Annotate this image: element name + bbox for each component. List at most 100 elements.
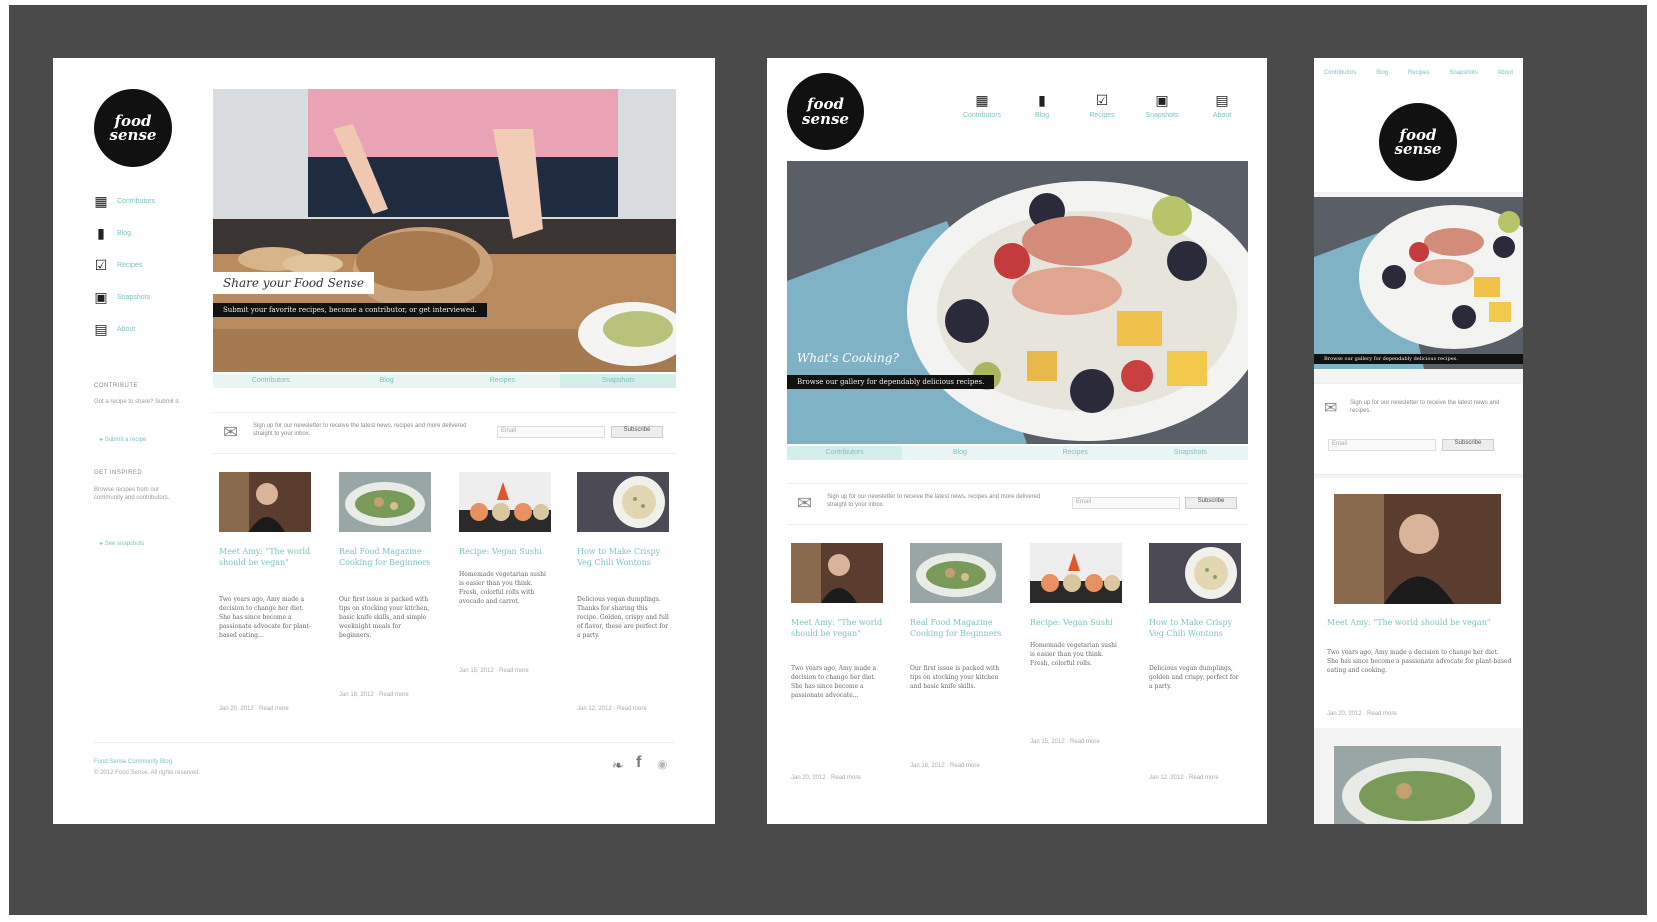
post-thumbnail[interactable] [1030, 543, 1122, 603]
post-title[interactable]: Meet Amy: "The world should be vegan" [791, 618, 887, 640]
post-meta[interactable]: Jan 15, 2012 · Read more [459, 668, 529, 674]
newsletter-email-input[interactable]: Email [1072, 497, 1180, 509]
camera-icon: ▣ [1155, 91, 1169, 108]
brand-logo[interactable]: food sense [94, 89, 172, 167]
post-thumbnail[interactable] [219, 472, 311, 532]
top-nav: ▦ Contributors ▮ Blog ☑ Recipes ▣ Snapshots … [952, 91, 1252, 120]
sidebar-heading: GET INSPIRED [94, 470, 143, 476]
post-thumbnail[interactable] [1334, 746, 1501, 824]
top-nav-label: Contributors [962, 112, 1002, 119]
side-nav-label: Blog [117, 229, 132, 237]
tab-contributors[interactable]: Contributors [213, 374, 329, 388]
subscribe-button[interactable]: Subscribe [611, 426, 663, 438]
post-card[interactable]: Real Food Magazine Cooking for Beginners… [910, 543, 1010, 793]
tab-recipes[interactable]: Recipes [1018, 446, 1133, 460]
twitter-icon[interactable]: ❧ [612, 757, 624, 774]
post-thumbnail[interactable] [910, 543, 1002, 603]
post-card[interactable]: Meet Amy: "The world should be vegan" Tw… [791, 543, 891, 793]
side-nav-item-snapshots[interactable]: ▣ Snapshots [93, 289, 150, 305]
side-nav-label: Contributors [117, 197, 156, 205]
checklist-icon: ☑ [1095, 91, 1109, 108]
post-meta[interactable]: Jan 18, 2012 · Read more [339, 692, 409, 698]
post-title[interactable]: Real Food Magazine Cooking for Beginners [339, 547, 435, 569]
post-card[interactable]: Meet Amy: "The world should be vegan" Tw… [1314, 478, 1523, 728]
post-thumbnail[interactable] [339, 472, 431, 532]
post-card[interactable]: How to Make Crispy Veg Chili Wontons Del… [577, 472, 677, 722]
top-nav-item-contributors[interactable]: ▦ Contributors [952, 92, 1012, 120]
tablet-mockup: food sense ▦ Contributors ▮ Blog ☑ Recipes … [767, 58, 1267, 824]
post-meta[interactable]: Jan 20, 2012 · Read more [791, 775, 861, 781]
post-title[interactable]: How to Make Crispy Veg Chili Wontons [577, 547, 673, 569]
subscribe-button[interactable]: Subscribe [1442, 439, 1494, 451]
post-title[interactable]: Recipe: Vegan Sushi [1030, 618, 1126, 629]
post-title[interactable]: Meet Amy: "The world should be vegan" [219, 547, 315, 569]
newsletter-text: Sign up for our newsletter to receive th… [827, 494, 1041, 508]
tab-contributors[interactable]: Contributors [787, 446, 903, 460]
newsletter-text: Sign up for our newsletter to receive th… [1350, 400, 1500, 414]
post-thumbnail[interactable] [1149, 543, 1241, 603]
post-card[interactable]: How to Make Crispy Veg Chili Wontons Del… [1149, 543, 1249, 793]
top-nav-item-blog[interactable]: ▮ Blog [1012, 92, 1072, 120]
sidebar-link[interactable]: ▸ Submit a recipe [100, 436, 146, 443]
post-excerpt: Delicious vegan dumplings, golden and cr… [1149, 665, 1239, 690]
rss-icon[interactable]: ◉ [657, 757, 667, 771]
tab-recipes[interactable]: Recipes [445, 374, 561, 388]
post-meta[interactable]: Jan 20, 2012 · Read more [1327, 711, 1397, 717]
post-card[interactable]: Recipe: Vegan Sushi Homemade vegetarian … [1030, 543, 1130, 793]
post-meta[interactable]: Jan 18, 2012 · Read more [910, 763, 980, 769]
top-nav-label: Recipes [1089, 112, 1115, 119]
post-card[interactable]: Meet Amy: "The world should be vegan" Tw… [219, 472, 319, 722]
post-thumbnail[interactable] [791, 543, 883, 603]
post-meta[interactable]: Jan 12, 2012 · Read more [577, 706, 647, 712]
hero-image: Share your Food Sense Submit your favori… [213, 89, 676, 372]
newsletter-email-input[interactable]: Email [497, 426, 605, 438]
footer-line[interactable]: Food Sense Community Blog [94, 759, 172, 765]
desktop-mockup: food sense ▦ Contributors ▮ Blog ☑ Recip… [53, 58, 715, 824]
mobile-nav-item[interactable]: Blog [1376, 70, 1388, 76]
logo-text: food sense [1394, 125, 1442, 158]
sidebar-link[interactable]: ▸ See snapshots [100, 540, 144, 547]
hero-subtitle: Submit your favorite recipes, become a c… [213, 303, 487, 317]
tab-blog[interactable]: Blog [329, 374, 445, 388]
newsletter-box: ✉ Sign up for our newsletter to receive … [1314, 383, 1523, 475]
newsletter-email-input[interactable]: Email [1328, 439, 1436, 451]
post-card[interactable]: Real Food Magazine Cooking for Beginners… [339, 472, 439, 722]
mobile-nav-item[interactable]: Contributors [1324, 70, 1357, 76]
newsletter-text: Sign up for our newsletter to receive th… [253, 423, 467, 437]
book-icon: ▮ [97, 224, 105, 241]
facebook-icon[interactable]: f [636, 754, 641, 772]
mobile-nav-links: Contributors Blog Recipes Snapshots Abou… [1314, 58, 1523, 76]
post-thumbnail[interactable] [577, 472, 669, 532]
side-nav-label: Recipes [117, 261, 143, 269]
post-thumbnail[interactable] [459, 472, 551, 532]
post-meta[interactable]: Jan 20, 2012 · Read more [219, 706, 289, 712]
brand-logo[interactable]: food sense [787, 73, 864, 150]
post-excerpt: Homemade vegetarian sushi is easier than… [1030, 642, 1117, 667]
post-meta[interactable]: Jan 12, 2012 · Read more [1149, 775, 1219, 781]
top-nav-item-about[interactable]: ▤ About [1192, 92, 1252, 120]
post-title[interactable]: Meet Amy: "The world should be vegan" [1327, 618, 1517, 629]
post-thumbnail[interactable] [1334, 494, 1501, 604]
top-nav-item-recipes[interactable]: ☑ Recipes [1072, 91, 1132, 120]
post-title[interactable]: Real Food Magazine Cooking for Beginners [910, 618, 1006, 640]
tab-snapshots[interactable]: Snapshots [1133, 446, 1248, 460]
post-card[interactable]: Recipe: Vegan Sushi Homemade vegetarian … [459, 472, 559, 722]
post-title[interactable]: Recipe: Vegan Sushi [459, 547, 555, 558]
brand-logo[interactable]: food sense [1379, 103, 1457, 181]
footer: Food Sense Community Blog © 2012 Food Se… [94, 742, 674, 793]
mobile-nav-item[interactable]: About [1497, 70, 1513, 76]
side-nav-item-contributors[interactable]: ▦ Contributors [93, 193, 155, 209]
post-title[interactable]: How to Make Crispy Veg Chili Wontons [1149, 618, 1245, 640]
subscribe-button[interactable]: Subscribe [1185, 497, 1237, 509]
newsletter-box: ✉ Sign up for our newsletter to receive … [787, 483, 1248, 525]
mobile-nav-item[interactable]: Snapshots [1449, 70, 1477, 76]
top-nav-item-snapshots[interactable]: ▣ Snapshots [1132, 91, 1192, 120]
post-meta[interactable]: Jan 15, 2012 · Read more [1030, 739, 1100, 745]
side-nav-item-about[interactable]: ▤ About [93, 321, 135, 337]
footer-copyright: © 2012 Food Sense. All rights reserved. [94, 770, 201, 776]
side-nav-item-blog[interactable]: ▮ Blog [93, 225, 131, 241]
side-nav-item-recipes[interactable]: ☑ Recipes [93, 257, 143, 273]
tab-blog[interactable]: Blog [902, 446, 1017, 460]
tab-snapshots[interactable]: Snapshots [560, 374, 676, 388]
mobile-nav-item[interactable]: Recipes [1408, 70, 1430, 76]
